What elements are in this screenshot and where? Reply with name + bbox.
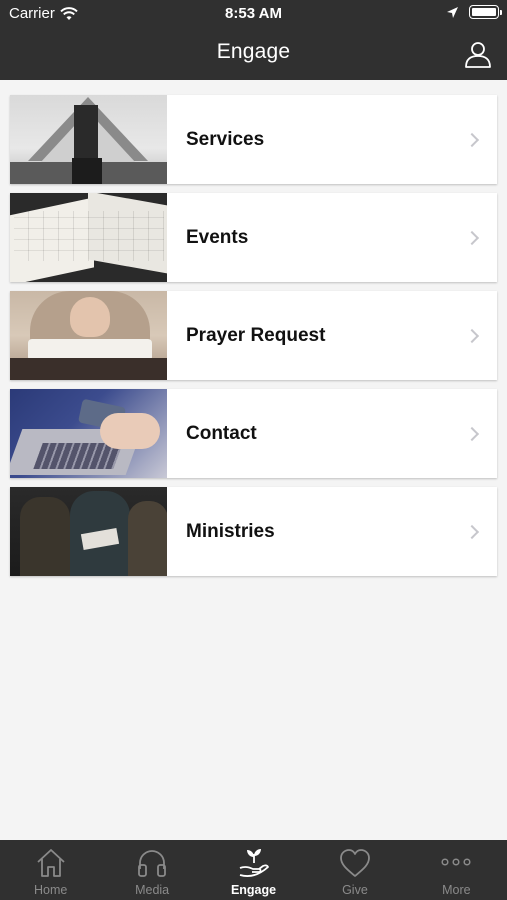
prayer-request-thumbnail bbox=[10, 291, 167, 380]
tab-home[interactable]: Home bbox=[0, 840, 101, 900]
menu-item-prayer-request[interactable]: Prayer Request bbox=[10, 291, 497, 380]
menu-item-contact[interactable]: Contact bbox=[10, 389, 497, 478]
menu-item-events[interactable]: Events bbox=[10, 193, 497, 282]
menu-item-label: Ministries bbox=[186, 520, 275, 542]
tab-media[interactable]: Media bbox=[101, 840, 202, 900]
services-thumbnail bbox=[10, 95, 167, 184]
menu-item-label: Services bbox=[186, 128, 265, 150]
tab-bar: Home Media Engage Give More bbox=[0, 840, 507, 900]
menu-item-label: Events bbox=[186, 226, 249, 248]
location-arrow-icon bbox=[447, 6, 458, 18]
events-thumbnail bbox=[10, 193, 167, 282]
page-title: Engage bbox=[216, 40, 291, 63]
status-bar: Carrier 8:53 AM bbox=[0, 0, 507, 28]
status-time: 8:53 AM bbox=[225, 5, 282, 22]
tab-label: Give bbox=[342, 883, 368, 897]
tab-engage[interactable]: Engage bbox=[203, 840, 304, 900]
ministries-thumbnail bbox=[10, 487, 167, 576]
hand-plant-icon bbox=[239, 849, 269, 877]
tab-label: More bbox=[442, 883, 471, 897]
heart-icon bbox=[340, 849, 370, 877]
profile-icon[interactable] bbox=[463, 39, 493, 69]
tab-more[interactable]: More bbox=[406, 840, 507, 900]
menu-item-label: Contact bbox=[186, 422, 257, 444]
home-icon bbox=[37, 849, 65, 877]
tab-label: Engage bbox=[230, 883, 277, 897]
menu-item-ministries[interactable]: Ministries bbox=[10, 487, 497, 576]
tab-label: Home bbox=[34, 883, 68, 897]
battery-icon bbox=[469, 5, 502, 19]
engage-menu-list: Services Events Prayer Request Contact M… bbox=[10, 95, 497, 585]
more-dots-icon bbox=[441, 858, 471, 866]
tab-label: Media bbox=[135, 883, 170, 897]
contact-thumbnail bbox=[10, 389, 167, 478]
tab-give[interactable]: Give bbox=[304, 840, 405, 900]
status-right-icons bbox=[446, 5, 502, 19]
navigation-bar: Engage bbox=[0, 28, 507, 80]
menu-item-services[interactable]: Services bbox=[10, 95, 497, 184]
headphones-icon bbox=[138, 850, 167, 877]
menu-item-label: Prayer Request bbox=[186, 324, 326, 346]
